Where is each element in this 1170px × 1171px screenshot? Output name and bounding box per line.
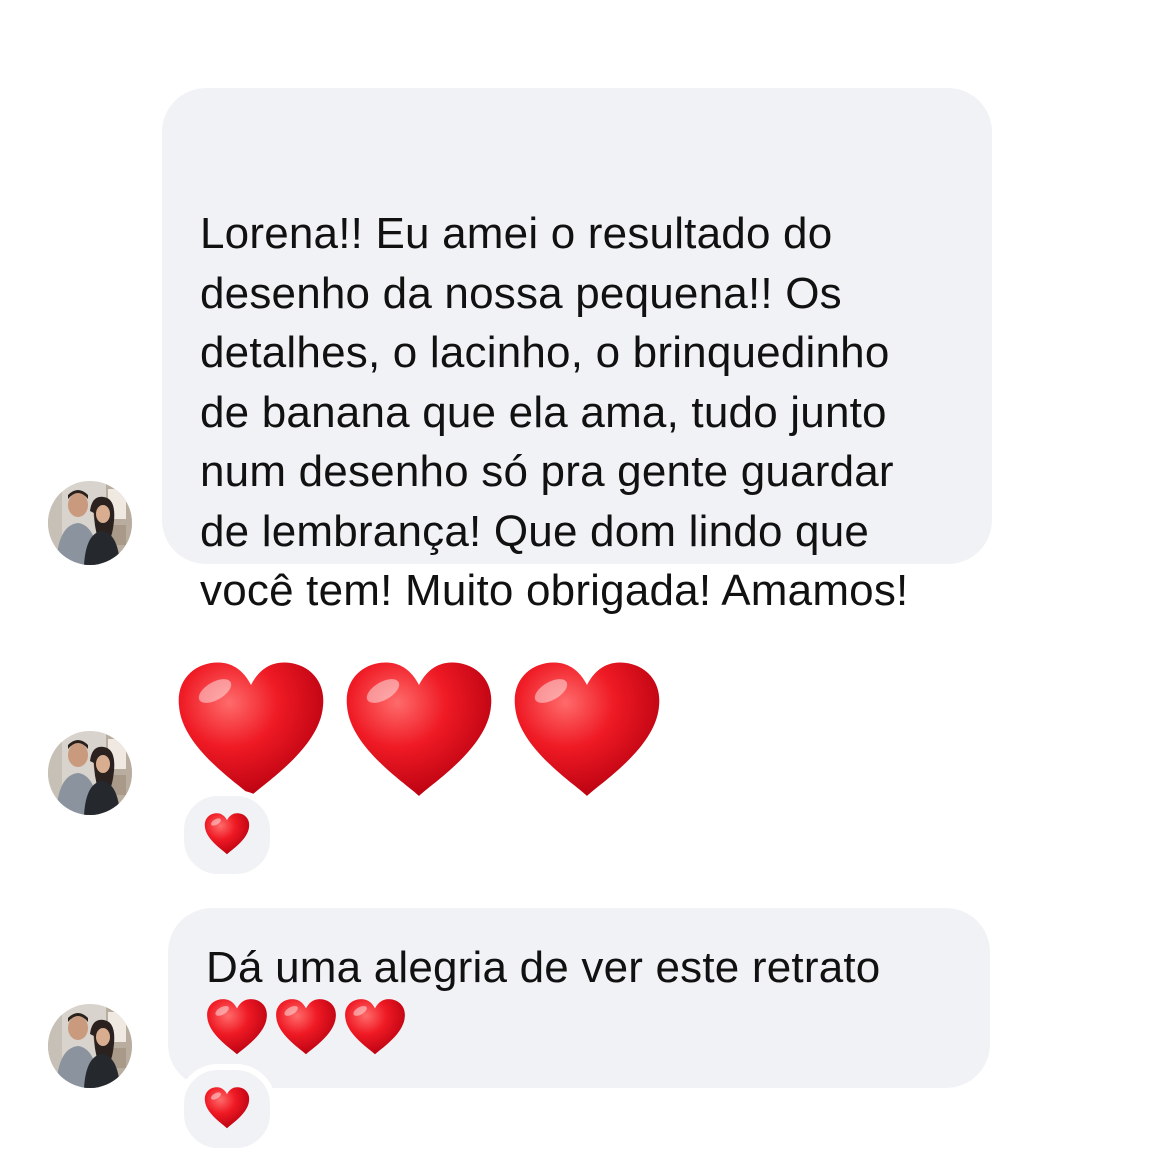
red-heart-icon [344, 998, 406, 1056]
message-text: Lorena!! Eu amei o resultado do desenho … [200, 209, 909, 615]
red-heart-icon [275, 998, 337, 1056]
message-text: Dá uma alegria de ver este retrato [206, 943, 881, 992]
sender-avatar[interactable] [48, 481, 132, 565]
red-heart-icon [176, 660, 326, 800]
red-heart-icon [344, 660, 494, 800]
sender-avatar[interactable] [48, 1004, 132, 1088]
red-heart-icon [204, 1086, 250, 1130]
red-heart-icon [206, 998, 268, 1056]
red-heart-icon [204, 812, 250, 856]
reaction-badge[interactable] [178, 1064, 276, 1154]
red-heart-icon [512, 660, 662, 800]
reaction-badge[interactable] [178, 790, 276, 880]
message-bubble[interactable]: Dá uma alegria de ver este retrato [168, 908, 990, 1088]
sender-avatar[interactable] [48, 731, 132, 815]
message-bubble[interactable]: Lorena!! Eu amei o resultado do desenho … [162, 88, 992, 615]
